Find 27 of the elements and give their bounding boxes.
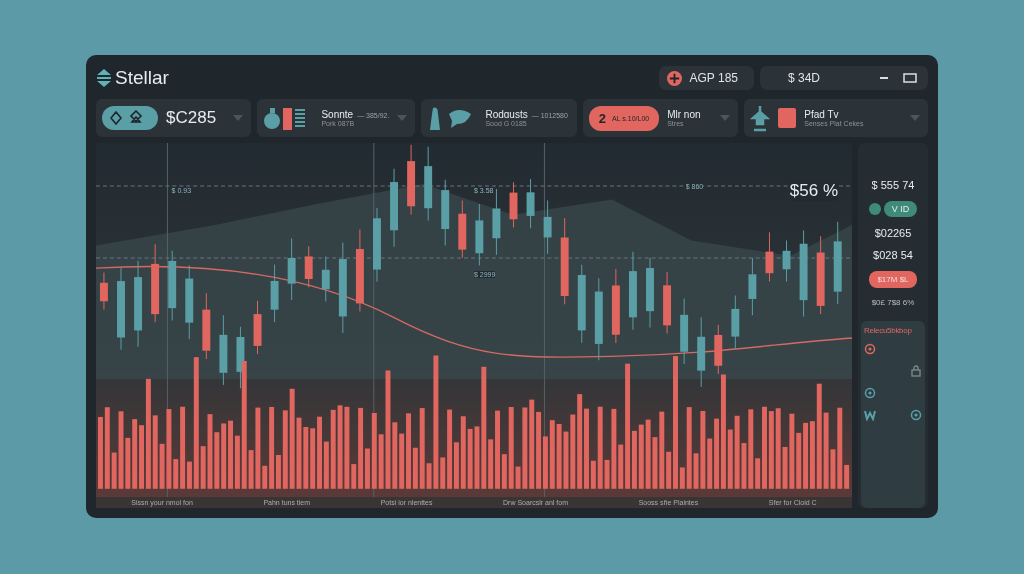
toggle-dot-icon: [868, 203, 881, 215]
change-label: $0£ 7$8 6%: [871, 298, 915, 307]
caret-icon: [910, 115, 920, 121]
tool-panel-title: Relecu5bkbop: [864, 326, 913, 335]
ticker-title: Mlr non: [667, 109, 701, 120]
square-icon: [778, 108, 797, 128]
coin-pill-icon: [102, 106, 158, 130]
ticker-title: Pfad Tv: [804, 109, 839, 120]
balance-text: $ 34D: [788, 71, 821, 85]
ticker-card[interactable]: $C285: [96, 99, 252, 137]
price-label: $ 555 74: [871, 179, 915, 191]
logo-text: Stellar: [115, 67, 169, 89]
plus-icon: [666, 70, 682, 86]
ticker-title: Rodɑusts: [485, 109, 528, 120]
lock-icon[interactable]: [910, 365, 922, 377]
logo-icon: [96, 69, 112, 87]
percent-label: $56 %: [789, 181, 838, 201]
ticker-title: $C285: [166, 108, 217, 128]
price-label: $02265: [874, 227, 912, 239]
alert-pill[interactable]: AGP 185: [658, 66, 754, 90]
toggle-button[interactable]: V ID: [883, 201, 918, 217]
caret-icon: [397, 115, 408, 121]
price-label: $028 54: [873, 249, 913, 261]
ticker-title: Sonnte: [321, 109, 354, 120]
caret-icon: [233, 115, 244, 121]
caret-icon: [720, 115, 731, 121]
window-controls-icon: [878, 73, 918, 83]
